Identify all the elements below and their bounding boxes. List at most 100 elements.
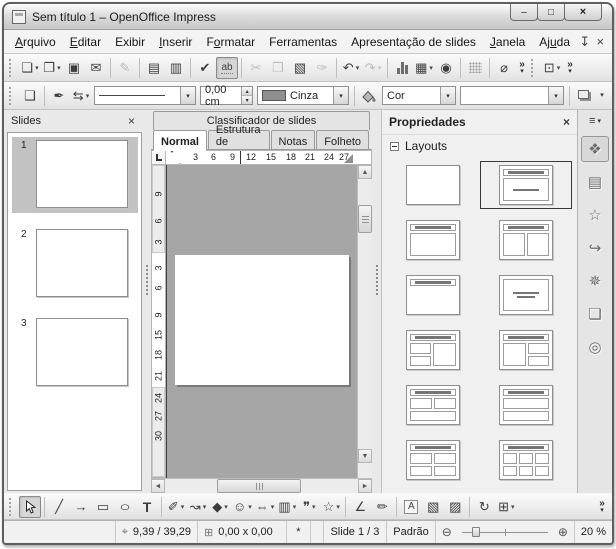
collapse-icon[interactable] bbox=[390, 142, 399, 151]
sidebar-tab-custom-animation[interactable]: ☆ bbox=[581, 202, 609, 228]
gallery-button[interactable]: ▨ bbox=[444, 496, 466, 518]
autospellcheck-button[interactable]: ab bbox=[216, 57, 238, 79]
close-button[interactable]: × bbox=[564, 4, 602, 21]
minimize-button[interactable]: – bbox=[510, 4, 538, 21]
styles-formatting-button[interactable]: ❑ bbox=[19, 85, 41, 107]
margin-marker-icon[interactable] bbox=[344, 154, 353, 163]
connector-tool-button[interactable]: ↝▾ bbox=[187, 496, 209, 518]
area-dialog-button[interactable] bbox=[358, 85, 380, 107]
panel-splitter[interactable] bbox=[142, 110, 151, 493]
horizontal-scroll-track[interactable] bbox=[165, 479, 358, 493]
layout-thumb-2content-over-content[interactable] bbox=[387, 381, 480, 429]
menu-arquivo[interactable]: Arquivo bbox=[8, 32, 63, 52]
toolbar-grip[interactable] bbox=[9, 498, 15, 516]
rotate-button[interactable]: ↻ bbox=[473, 496, 495, 518]
layout-thumb-blank[interactable] bbox=[387, 161, 480, 209]
line-width-value[interactable]: 0,00 cm bbox=[201, 87, 241, 104]
edit-file-button[interactable]: ✎ bbox=[114, 57, 136, 79]
export-pdf-button[interactable]: ▤ bbox=[143, 57, 165, 79]
redo-button[interactable]: ↷▾ bbox=[362, 57, 384, 79]
stars-button[interactable]: ☆▾ bbox=[320, 496, 342, 518]
toolbar-overflow-button[interactable]: »▾ bbox=[515, 57, 529, 79]
menu-janela[interactable]: Janela bbox=[483, 32, 532, 52]
symbol-shapes-button[interactable]: ☺▾ bbox=[231, 496, 254, 518]
layout-thumb-centered-text[interactable] bbox=[480, 271, 573, 319]
alignment-button[interactable]: ⊞▾ bbox=[495, 496, 517, 518]
horizontal-scroll-thumb[interactable] bbox=[217, 479, 301, 493]
scroll-down-icon[interactable]: ▼ bbox=[358, 449, 372, 463]
tab-folheto[interactable]: Folheto bbox=[316, 130, 369, 150]
curve-tool-button[interactable]: ✐▾ bbox=[165, 496, 187, 518]
slide-thumbnail-row[interactable]: 1 bbox=[12, 137, 138, 213]
menu-apresentacao[interactable]: Apresentação de slides bbox=[344, 32, 483, 52]
arrow-tool-button[interactable]: → bbox=[70, 496, 92, 518]
drawbar-overflow-button[interactable]: »▾ bbox=[595, 496, 609, 518]
ellipse-tool-button[interactable]: ○ bbox=[114, 496, 136, 518]
toolbar-grip[interactable] bbox=[531, 59, 537, 77]
chevron-down-icon[interactable]: ▾ bbox=[180, 87, 195, 104]
sidebar-tab-properties[interactable]: ❖ bbox=[581, 136, 609, 162]
slide-canvas[interactable] bbox=[166, 165, 357, 478]
slide-thumbnail-row[interactable]: 2 bbox=[12, 226, 138, 302]
fill-type-select[interactable]: Cor▾ bbox=[382, 86, 456, 105]
layout-thumb-2content-content[interactable] bbox=[387, 326, 480, 374]
chevron-down-icon[interactable]: ▾ bbox=[440, 87, 455, 104]
fill-color-select[interactable]: ▾ bbox=[460, 86, 564, 105]
scroll-right-icon[interactable]: ► bbox=[358, 479, 372, 493]
menu-exibir[interactable]: Exibir bbox=[108, 32, 152, 52]
print-button[interactable]: ▥ bbox=[165, 57, 187, 79]
paste-button[interactable]: ▧ bbox=[289, 57, 311, 79]
save-button[interactable]: ▣ bbox=[63, 57, 85, 79]
slide-thumbnail-row[interactable]: 3 bbox=[12, 315, 138, 391]
select-tool-button[interactable] bbox=[19, 496, 41, 518]
layout-thumb-title-subtitle[interactable] bbox=[480, 161, 573, 209]
menu-formatar[interactable]: Formatar bbox=[199, 32, 262, 52]
close-icon[interactable]: × bbox=[563, 116, 570, 128]
zoom-slider-thumb[interactable] bbox=[472, 527, 480, 537]
arrow-style-button[interactable]: ⇆▾ bbox=[70, 85, 92, 107]
scroll-left-icon[interactable]: ◄ bbox=[151, 479, 165, 493]
zoom-out-icon[interactable]: ⊖ bbox=[442, 525, 452, 539]
layout-thumb-6-content[interactable] bbox=[480, 436, 573, 484]
sidebar-tab-effects[interactable]: ✵ bbox=[581, 268, 609, 294]
toolbar-overflow-button[interactable]: ▾ bbox=[595, 85, 609, 107]
sidebar-menu-button[interactable]: ≡▾ bbox=[589, 113, 601, 129]
display-grid-button[interactable] bbox=[464, 57, 486, 79]
cut-button[interactable]: ✂ bbox=[245, 57, 267, 79]
insert-table-button[interactable]: ▦▾ bbox=[413, 57, 435, 79]
sidebar-tab-slide-transition[interactable]: ↪ bbox=[581, 235, 609, 261]
sidebar-tab-gallery[interactable]: ❏ bbox=[581, 301, 609, 327]
block-arrows-button[interactable]: ⇔▾ bbox=[254, 496, 277, 518]
line-tool-button[interactable]: ╱ bbox=[48, 496, 70, 518]
toolbar-grip[interactable] bbox=[9, 87, 15, 105]
layout-thumb-content-over-content[interactable] bbox=[480, 381, 573, 429]
indent-marker-icon[interactable] bbox=[168, 153, 184, 163]
layout-thumb-content-2content[interactable] bbox=[480, 326, 573, 374]
chevron-down-icon[interactable]: ▾ bbox=[548, 87, 563, 104]
rectangle-tool-button[interactable]: ▭ bbox=[92, 496, 114, 518]
menu-editar[interactable]: Editar bbox=[63, 32, 108, 52]
clone-formatting-button[interactable]: ✑ bbox=[311, 57, 333, 79]
title-bar[interactable]: Sem título 1 – OpenOffice Impress – □ × bbox=[4, 4, 612, 30]
fontwork-button[interactable]: A bbox=[400, 496, 422, 518]
slide-thumbnail[interactable] bbox=[36, 229, 128, 297]
status-template[interactable]: Padrão bbox=[387, 521, 435, 543]
tab-notas[interactable]: Notas bbox=[271, 130, 316, 150]
tab-normal[interactable]: Normal bbox=[153, 130, 207, 150]
zoom-slider[interactable]: ⊖ ⊕ bbox=[436, 521, 575, 543]
slide-thumbnail[interactable] bbox=[36, 140, 128, 208]
new-document-button[interactable]: ❏▾ bbox=[19, 57, 41, 79]
close-document-icon[interactable]: × bbox=[593, 34, 608, 49]
spelling-button[interactable]: ✔ bbox=[194, 57, 216, 79]
menu-ferramentas[interactable]: Ferramentas bbox=[262, 32, 344, 52]
glue-points-button[interactable]: ✏ bbox=[371, 496, 393, 518]
hyperlink-button[interactable]: ◉ bbox=[435, 57, 457, 79]
spin-down-icon[interactable]: ▾ bbox=[242, 95, 252, 104]
vertical-scrollbar[interactable]: ▲ ▼ bbox=[357, 165, 372, 478]
spin-up-icon[interactable]: ▴ bbox=[242, 87, 252, 95]
close-icon[interactable]: × bbox=[128, 115, 135, 127]
presentation-button[interactable]: ⊡▾ bbox=[541, 57, 563, 79]
undo-button[interactable]: ↶▾ bbox=[340, 57, 362, 79]
vertical-scroll-track[interactable] bbox=[358, 179, 372, 449]
open-button[interactable]: ❐▾ bbox=[41, 57, 63, 79]
